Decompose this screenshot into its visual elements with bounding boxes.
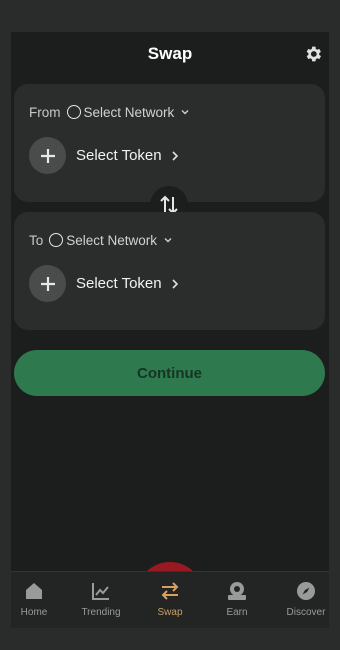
to-card: To Select Network Select Token (14, 212, 325, 330)
network-circle-icon (49, 233, 64, 247)
bottom-nav: Home Trending Swap Earn Discover (11, 571, 329, 628)
chevron-down-icon (164, 238, 172, 243)
nav-item-earn[interactable]: Earn (205, 572, 269, 628)
chart-icon (92, 583, 109, 600)
add-token-button[interactable] (29, 265, 66, 302)
swap-screen: Swap From Select Network Select Token To… (11, 32, 329, 628)
nav-label-trending: Trending (81, 607, 121, 618)
chevron-down-icon (181, 110, 189, 115)
from-card: From Select Network Select Token (14, 84, 325, 202)
nav-item-home[interactable]: Home (11, 572, 66, 628)
from-network-text: Select Network (83, 104, 175, 120)
nav-item-discover[interactable]: Discover (274, 572, 329, 628)
from-token-text: Select Token (76, 147, 162, 164)
nav-label-discover: Discover (286, 607, 326, 618)
from-label: From (29, 104, 61, 120)
page-title: Swap (147, 44, 193, 63)
plus-icon (40, 148, 55, 163)
nav-item-trending[interactable]: Trending (69, 572, 133, 628)
swap-icon (161, 582, 179, 600)
network-circle-icon (66, 105, 81, 119)
chevron-right-icon (172, 278, 178, 289)
earn-icon (228, 582, 246, 600)
nav-label-swap: Swap (157, 607, 183, 618)
header: Swap (11, 32, 329, 78)
from-token-selector[interactable]: Select Token (29, 137, 180, 174)
from-network-selector[interactable]: From Select Network (29, 102, 190, 122)
to-network-text: Select Network (66, 232, 158, 248)
plus-icon (40, 276, 55, 291)
chevron-right-icon (172, 150, 178, 161)
to-token-selector[interactable]: Select Token (29, 265, 180, 302)
continue-button[interactable]: Continue (14, 350, 325, 396)
gear-icon[interactable] (303, 44, 323, 64)
nav-label-home: Home (20, 607, 48, 618)
compass-icon (297, 582, 315, 600)
to-label: To (29, 232, 44, 248)
nav-item-swap[interactable]: Swap (138, 572, 202, 628)
to-token-text: Select Token (76, 275, 162, 292)
home-icon (26, 583, 42, 599)
to-network-selector[interactable]: To Select Network (29, 230, 173, 250)
nav-label-earn: Earn (226, 607, 248, 618)
add-token-button[interactable] (29, 137, 66, 174)
